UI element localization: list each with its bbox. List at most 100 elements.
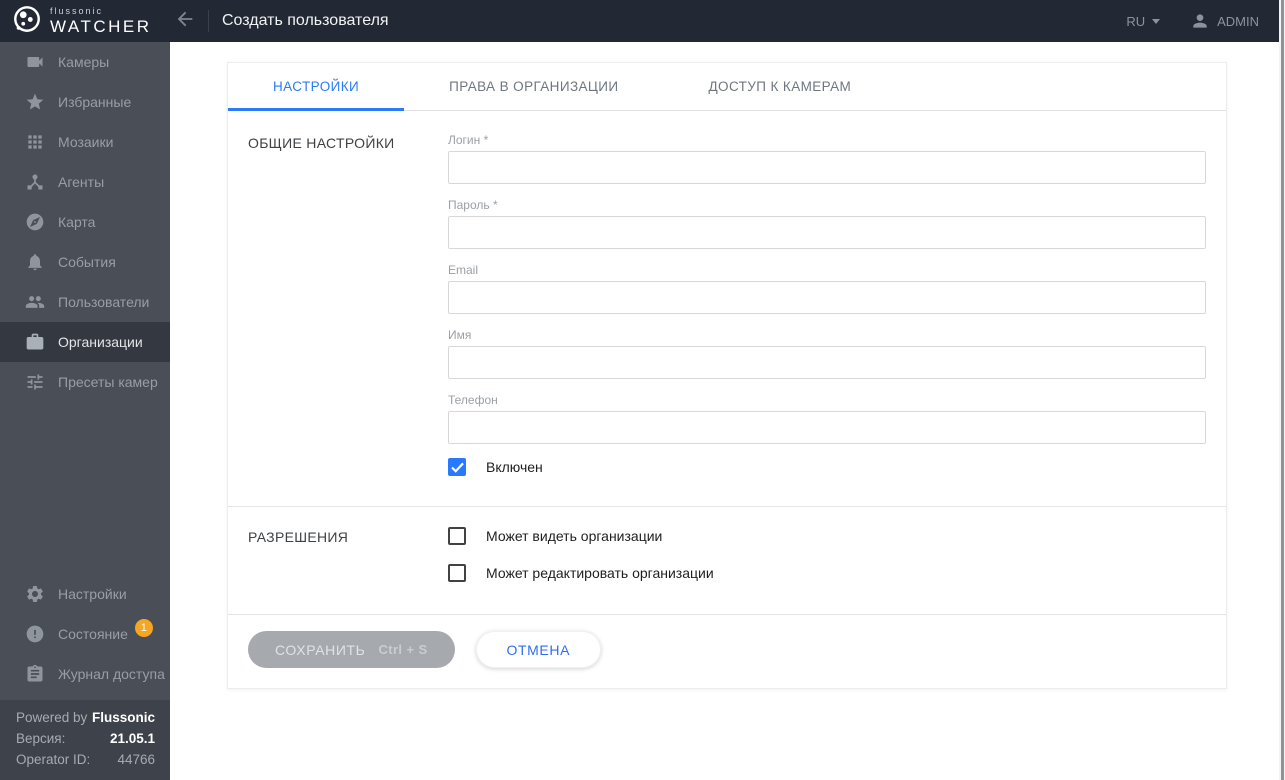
sidebar-item-users[interactable]: Пользователи (0, 282, 170, 322)
version-value: 21.05.1 (109, 731, 155, 746)
sidebar-footer: Powered by Flussonic Версия: 21.05.1 Ope… (0, 700, 170, 780)
powered-by-label: Powered by (16, 710, 88, 725)
star-icon (25, 92, 45, 112)
tab-organization-rights[interactable]: ПРАВА В ОРГАНИЗАЦИИ (404, 63, 663, 110)
clipboard-icon (25, 664, 45, 684)
username-label: ADMIN (1217, 13, 1259, 29)
enabled-checkbox[interactable] (448, 458, 466, 476)
sidebar-item-camera-presets[interactable]: Пресеты камер (0, 362, 170, 402)
compass-icon (25, 212, 45, 232)
user-menu[interactable]: ADMIN (1190, 11, 1259, 31)
general-section-title: ОБЩИЕ НАСТРОЙКИ (248, 135, 395, 151)
cancel-button[interactable]: ОТМЕНА (475, 631, 602, 668)
operator-id-label: Operator ID: (16, 752, 91, 767)
device-hub-icon (25, 172, 45, 192)
can-edit-organizations-checkbox[interactable] (448, 564, 466, 582)
checkmark-icon (450, 462, 464, 473)
phone-field-group: Телефон (448, 393, 1206, 444)
bell-icon (25, 252, 45, 272)
version-label: Версия: (16, 731, 66, 746)
tab-settings[interactable]: НАСТРОЙКИ (228, 63, 405, 111)
can-edit-organizations-label: Может редактировать организации (486, 565, 714, 581)
password-field-group: Пароль * (448, 198, 1206, 249)
sidebar-item-label: Журнал доступа (58, 666, 165, 682)
arrow-back-icon (174, 8, 196, 35)
email-input[interactable] (448, 281, 1206, 314)
topbar: flussonic WATCHER Создать пользователя R… (0, 0, 1285, 42)
permissions-section-title: РАЗРЕШЕНИЯ (248, 529, 349, 545)
save-shortcut-label: Ctrl + S (378, 642, 428, 657)
can-edit-organizations-row: Может редактировать организации (448, 564, 1206, 582)
sidebar-item-favorites[interactable]: Избранные (0, 82, 170, 122)
grid-icon (25, 132, 45, 152)
can-view-organizations-label: Может видеть организации (486, 528, 663, 544)
chevron-down-icon (1152, 18, 1161, 24)
sidebar-item-label: Состояние (58, 626, 128, 642)
people-icon (25, 292, 45, 312)
sidebar-item-label: Пресеты камер (58, 374, 158, 390)
sidebar-bottom-group: Настройки Состояние 1 Журнал доступа (0, 574, 170, 694)
enabled-checkbox-label: Включен (486, 459, 543, 475)
name-label: Имя (448, 328, 472, 342)
gear-icon (25, 584, 45, 604)
tune-icon (25, 372, 45, 392)
flussonic-logo-icon (12, 4, 42, 39)
sidebar-item-organizations[interactable]: Организации (0, 322, 170, 362)
save-button-label: СОХРАНИТЬ (275, 641, 366, 658)
can-view-organizations-checkbox[interactable] (448, 527, 466, 545)
videocam-icon (25, 52, 45, 72)
status-badge: 1 (134, 619, 153, 637)
powered-by-value: Flussonic (91, 710, 155, 725)
brand-product: WATCHER (50, 17, 152, 36)
button-row: СОХРАНИТЬ Ctrl + S ОТМЕНА (228, 615, 1226, 688)
phone-input[interactable] (448, 411, 1206, 444)
page-title: Создать пользователя (222, 12, 389, 29)
sidebar-item-label: Организации (58, 334, 143, 350)
tab-camera-access[interactable]: ДОСТУП К КАМЕРАМ (664, 63, 897, 110)
sidebar-item-label: Агенты (58, 174, 105, 190)
language-label: RU (1126, 13, 1146, 29)
name-field-group: Имя (448, 328, 1206, 379)
sidebar-item-map[interactable]: Карта (0, 202, 170, 242)
sidebar-item-settings[interactable]: Настройки (0, 574, 170, 614)
sidebar-item-events[interactable]: События (0, 242, 170, 282)
operator-id-value: 44766 (117, 752, 155, 767)
person-icon (1190, 11, 1210, 31)
tab-bar: НАСТРОЙКИ ПРАВА В ОРГАНИЗАЦИИ ДОСТУП К К… (228, 63, 1226, 111)
sidebar-item-label: Избранные (58, 94, 132, 110)
sidebar-item-label: Настройки (58, 586, 127, 602)
sidebar-item-access-log[interactable]: Журнал доступа (0, 654, 170, 694)
alert-circle-icon (25, 624, 45, 644)
scrollbar-thumb[interactable] (1281, 0, 1284, 780)
password-input[interactable] (448, 216, 1206, 249)
password-label: Пароль * (448, 198, 498, 212)
sidebar-item-label: События (58, 254, 116, 270)
sidebar-item-label: Камеры (58, 54, 110, 70)
back-button[interactable] (172, 8, 198, 34)
sidebar: Камеры Избранные Мозаики Агенты Карта Со… (0, 42, 170, 780)
save-button[interactable]: СОХРАНИТЬ Ctrl + S (248, 631, 455, 668)
can-view-organizations-row: Может видеть организации (448, 527, 1206, 545)
login-label: Логин * (448, 133, 489, 147)
login-input[interactable] (448, 151, 1206, 184)
general-settings-section: ОБЩИЕ НАСТРОЙКИ Логин * Пароль * Email И… (228, 111, 1226, 506)
language-selector[interactable]: RU (1126, 13, 1161, 29)
sidebar-item-mosaics[interactable]: Мозаики (0, 122, 170, 162)
brand-logo: flussonic WATCHER (0, 4, 170, 39)
create-user-card: НАСТРОЙКИ ПРАВА В ОРГАНИЗАЦИИ ДОСТУП К К… (227, 62, 1227, 689)
sidebar-item-label: Мозаики (58, 134, 114, 150)
phone-label: Телефон (448, 393, 498, 407)
scrollbar-track (1279, 0, 1285, 780)
briefcase-icon (25, 332, 45, 352)
login-field-group: Логин * (448, 133, 1206, 184)
name-input[interactable] (448, 346, 1206, 379)
sidebar-item-cameras[interactable]: Камеры (0, 42, 170, 82)
email-field-group: Email (448, 263, 1206, 314)
sidebar-item-label: Карта (58, 214, 96, 230)
sidebar-item-agents[interactable]: Агенты (0, 162, 170, 202)
email-label: Email (448, 263, 479, 277)
sidebar-item-status[interactable]: Состояние 1 (0, 614, 170, 654)
sidebar-item-label: Пользователи (58, 294, 150, 310)
main-content: НАСТРОЙКИ ПРАВА В ОРГАНИЗАЦИИ ДОСТУП К К… (170, 42, 1285, 780)
brand-name: flussonic (50, 6, 104, 16)
